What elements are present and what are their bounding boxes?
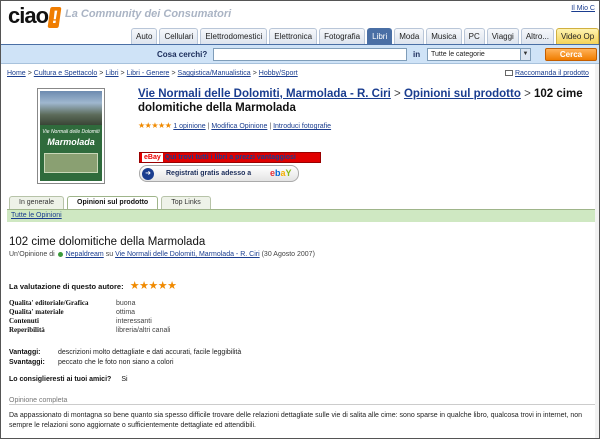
chevron-down-icon: ▼ — [520, 49, 530, 60]
breadcrumb-item[interactable]: Saggistica/Manualistica — [178, 70, 251, 77]
rating-row: Qualita' materiale ottima — [9, 308, 170, 317]
add-photos-link[interactable]: Introduci fotografie — [273, 123, 331, 130]
cover-subtitle: Vie Normali delle Dolomiti — [42, 129, 100, 135]
recommend-question: Lo consiglieresti ai tuoi amici? Si — [9, 376, 128, 383]
tab-viaggi[interactable]: Viaggi — [486, 28, 519, 44]
ebay-register-button[interactable]: ➜ Registrati gratis adesso a ebaY — [139, 165, 299, 182]
breadcrumb-separator: > — [171, 70, 176, 77]
breadcrumb-item[interactable]: Cultura e Spettacolo — [34, 70, 97, 77]
content-tab-1[interactable]: In generale — [9, 196, 65, 209]
breadcrumb-separator: > — [120, 70, 125, 77]
search-input[interactable] — [213, 48, 407, 61]
ebay-logo: ebaY — [270, 168, 292, 178]
my-ciao-link[interactable]: Il Mio C — [571, 5, 595, 12]
search-button[interactable]: Cerca — [545, 48, 597, 61]
rating-label: Qualita' editoriale/Grafica — [9, 299, 89, 307]
site-tagline: La Community dei Consumatori — [65, 8, 232, 20]
breadcrumb-separator: > — [27, 70, 32, 77]
rating-label: Contenuti — [9, 317, 39, 325]
rating-value: buona — [116, 300, 136, 307]
page-frame: ciao! La Community dei Consumatori Il Mi… — [0, 0, 600, 439]
divider — [9, 404, 597, 405]
rating-label: Qualita' materiale — [9, 308, 64, 316]
tab-fotografia[interactable]: Fotografia — [319, 28, 366, 44]
online-status-icon — [57, 251, 63, 257]
tab-video-op[interactable]: Video Op — [555, 28, 599, 44]
content-tab-3[interactable]: Top Links — [161, 196, 211, 209]
tab-libri[interactable]: Libri — [367, 28, 393, 44]
cons-label: Svantaggi: — [9, 359, 45, 366]
in-label: in — [413, 50, 421, 59]
ciao-logo[interactable]: ciao! — [8, 3, 62, 29]
product-heading: Vie Normali delle Dolomiti, Marmolada - … — [138, 88, 583, 114]
search-bar: Cosa cerchi? in Tutte le categorie ▼ Cerc… — [1, 44, 599, 64]
product-cover-image[interactable]: Vie Normali delle Dolomiti Marmolada — [37, 88, 105, 184]
product-title-link[interactable]: Vie Normali delle Dolomiti, Marmolada - … — [138, 88, 391, 100]
breadcrumb-item[interactable]: Home — [7, 70, 26, 77]
product-link[interactable]: Vie Normali delle Dolomiti, Marmolada - … — [115, 251, 260, 258]
cover-title: Marmolada — [47, 137, 95, 147]
breadcrumb-separator: > — [252, 70, 257, 77]
tab-moda[interactable]: Moda — [394, 28, 425, 44]
arrow-right-icon: ➜ — [142, 168, 154, 180]
full-opinion-text: Da appassionato di montagna so bene quan… — [9, 412, 583, 429]
opinions-link[interactable]: Opinioni sul prodotto — [404, 88, 521, 100]
sub-navigation: Tutte le Opinioni — [7, 209, 597, 222]
ebay-logo: eBay — [142, 153, 163, 162]
rating-stars-icon: ★★★★★ — [138, 121, 172, 130]
author-valuation: La valutazione di questo autore: ★★★★★ — [9, 280, 177, 292]
rating-row: Reperibilità libreria/altri canali — [9, 326, 170, 335]
pros-label: Vantaggi: — [9, 349, 41, 356]
rating-row: Contenuti interessanti — [9, 317, 170, 326]
tab-cellulari[interactable]: Cellulari — [159, 28, 199, 44]
rating-value: interessanti — [116, 318, 152, 325]
breadcrumb-item[interactable]: Libri - Genere — [127, 70, 170, 77]
category-select[interactable]: Tutte le categorie ▼ — [427, 48, 531, 61]
site-header: ciao! La Community dei Consumatori Il Mi… — [1, 1, 599, 28]
recommend-product-link[interactable]: Raccomanda il prodotto — [505, 70, 589, 77]
tab-musica[interactable]: Musica — [426, 28, 462, 44]
rating-value: libreria/altri canali — [116, 327, 171, 334]
cons-text: peccato che le foto non siano a colori — [58, 359, 174, 366]
pros-text: descrizioni molto dettagliate e dati acc… — [58, 349, 242, 356]
ebay-banner[interactable]: eBay Qui trovi tutti i libri a prezzi van… — [139, 152, 321, 163]
breadcrumb-separator: > — [99, 70, 104, 77]
rating-details: Qualita' editoriale/Grafica buona Qualita'… — [9, 299, 170, 335]
breadcrumb: Home > Cultura e Spettacolo > Libri > Libri - … — [7, 70, 298, 77]
category-tabs: Auto Cellulari Elettrodomestici Elettronica… — [131, 28, 599, 44]
opinion-meta: Un'Opinione di Nepaldream su Vie Normali… — [9, 251, 315, 258]
content-tab-2[interactable]: Opinioni sul prodotto — [67, 196, 159, 209]
tab-altro[interactable]: Altro... — [520, 28, 554, 44]
recommend-answer: Si — [121, 376, 128, 383]
full-opinion-label: Opinione completa — [9, 397, 68, 404]
tab-pc[interactable]: PC — [463, 28, 485, 44]
opinion-title: 102 cime dolomitiche della Marmolada — [9, 236, 206, 248]
author-link[interactable]: Nepaldream — [66, 251, 104, 258]
breadcrumb-item[interactable]: Libri — [105, 70, 118, 77]
product-rating-row: ★★★★★ 1 opinione | Modifica Opinione | I… — [138, 121, 332, 130]
pros-cons: Vantaggi: descrizioni molto dettagliate e… — [9, 348, 241, 368]
all-opinions-link[interactable]: Tutte le Opinioni — [11, 212, 62, 219]
mail-icon — [505, 70, 513, 77]
rating-row: Qualita' editoriale/Grafica buona — [9, 299, 170, 308]
breadcrumb-item[interactable]: Hobby/Sport — [259, 70, 298, 77]
search-label: Cosa cerchi? — [157, 50, 208, 59]
tab-elettronica[interactable]: Elettronica — [269, 28, 318, 44]
scrollbar[interactable] — [595, 64, 599, 438]
opinion-count-link[interactable]: 1 opinione — [173, 123, 205, 130]
content-tabs: In generale Opinioni sul prodotto Top Link… — [9, 196, 214, 209]
tab-auto[interactable]: Auto — [131, 28, 158, 44]
edit-opinion-link[interactable]: Modifica Opinione — [211, 123, 267, 130]
valuation-stars-icon: ★★★★★ — [129, 280, 177, 292]
rating-value: ottima — [116, 309, 136, 316]
rating-label: Reperibilità — [9, 326, 45, 334]
tab-elettrodomestici[interactable]: Elettrodomestici — [200, 28, 268, 44]
